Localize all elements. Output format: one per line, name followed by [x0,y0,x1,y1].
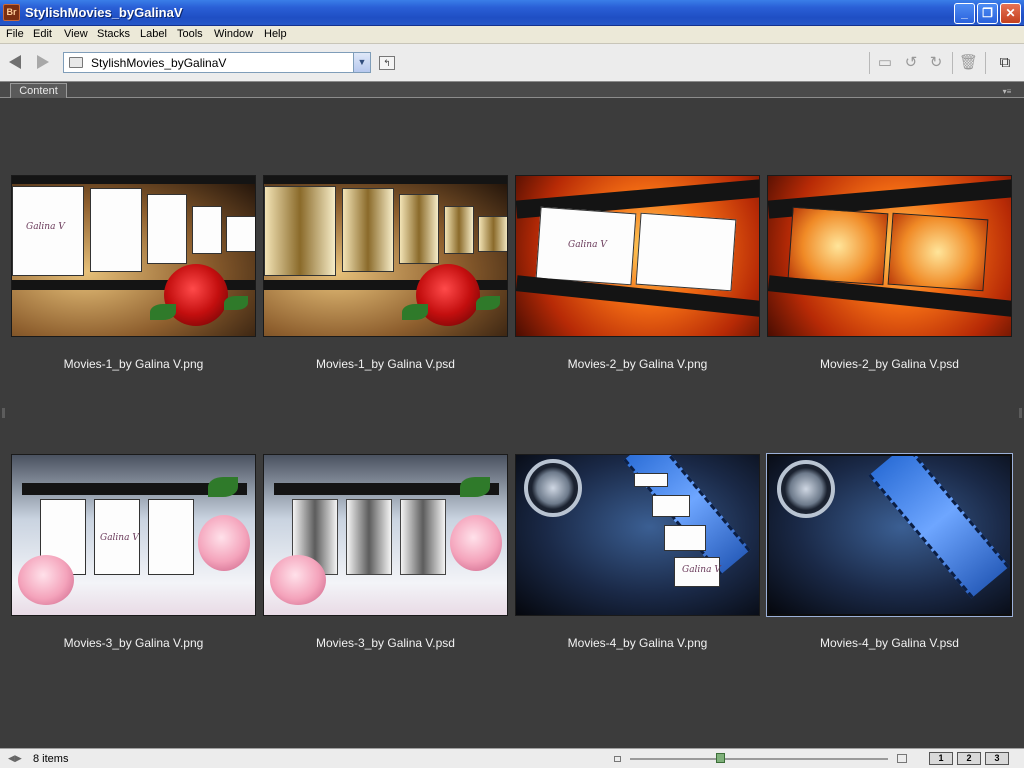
toolbar: StylishMovies_byGalinaV ▼ ↰ ▭ ↺ ↻ 🗑 ⧉ [0,44,1024,82]
toolbar-divider [869,52,870,74]
menu-window[interactable]: Window [214,28,253,40]
new-folder-icon[interactable]: ▭ [876,54,894,72]
thumbnail-movies-4-png[interactable]: Galina V [515,454,760,616]
menu-stacks[interactable]: Stacks [97,28,130,40]
zoom-slider-thumb[interactable] [716,753,726,763]
trash-icon[interactable]: 🗑 [959,54,978,72]
folder-icon [69,57,83,68]
toolbar-divider [952,52,953,74]
menu-help[interactable]: Help [264,28,287,40]
zoom-in-icon[interactable] [897,754,907,763]
content-panel: Galina V Movies-1_by Galina V.png Movies… [0,98,1024,748]
thumbnail-movies-3-png[interactable]: Galina V [11,454,256,616]
menu-edit[interactable]: Edit [33,28,52,40]
signature-text: Galina V [100,533,139,543]
toolbar-divider [985,52,986,74]
thumbnail-caption: Movies-1_by Galina V.png [63,357,204,371]
chevron-down-icon[interactable]: ▼ [353,53,370,72]
tab-content[interactable]: Content [10,83,67,98]
thumbnail-movies-1-png[interactable]: Galina V [11,175,256,337]
signature-text: Galina V [26,222,65,232]
rotate-left-icon[interactable]: ↺ [902,54,920,72]
thumbnail-movies-1-psd[interactable] [263,175,508,337]
path-dropdown[interactable]: StylishMovies_byGalinaV ▼ [63,52,371,73]
close-button[interactable]: ✕ [1000,3,1021,24]
thumbnail-movies-3-psd[interactable] [263,454,508,616]
path-text: StylishMovies_byGalinaV [91,56,227,70]
thumbnail-caption: Movies-2_by Galina V.psd [820,357,959,371]
zoom-out-icon[interactable] [614,756,621,762]
menu-view[interactable]: View [64,28,88,40]
signature-text: Galina V [682,565,721,575]
thumbnail-movies-4-psd[interactable] [766,453,1013,617]
window-title: StylishMovies_byGalinaV [25,5,183,20]
back-arrow-icon[interactable] [9,55,21,69]
forward-arrow-icon[interactable] [37,55,49,69]
item-count: 8 items [33,753,69,765]
rotate-right-icon[interactable]: ↻ [927,54,945,72]
title-bar: Br StylishMovies_byGalinaV _ ❐ ✕ [0,0,1024,26]
right-panel-grip[interactable] [1019,408,1022,418]
panel-header [0,82,1024,98]
status-bar: ◀▶ 8 items 1 2 3 [0,748,1024,768]
signature-text: Galina V [568,240,607,250]
thumbnail-movies-2-psd[interactable] [767,175,1012,337]
go-up-folder-icon[interactable]: ↰ [379,56,395,70]
bridge-app-icon: Br [3,4,20,21]
view-mode-2-button[interactable]: 2 [957,752,981,765]
thumbnail-caption: Movies-4_by Galina V.png [567,636,708,650]
thumbnail-caption: Movies-3_by Galina V.psd [316,636,455,650]
zoom-slider[interactable] [630,758,888,760]
panel-menu-icon[interactable]: ▾≡ [998,86,1016,97]
minimize-button[interactable]: _ [954,3,975,24]
left-panel-grip[interactable] [2,408,5,418]
panel-toggle-icon[interactable]: ◀▶ [8,753,22,764]
menu-label[interactable]: Label [140,28,167,40]
thumbnail-caption: Movies-3_by Galina V.png [63,636,204,650]
view-mode-1-button[interactable]: 1 [929,752,953,765]
compact-mode-icon[interactable]: ⧉ [996,54,1014,72]
restore-button[interactable]: ❐ [977,3,998,24]
menu-tools[interactable]: Tools [177,28,203,40]
thumbnail-caption: Movies-4_by Galina V.psd [820,636,959,650]
menu-bar: File Edit View Stacks Label Tools Window… [0,26,1024,44]
view-mode-3-button[interactable]: 3 [985,752,1009,765]
menu-file[interactable]: File [6,28,24,40]
thumbnail-caption: Movies-1_by Galina V.psd [316,357,455,371]
thumbnail-movies-2-png[interactable]: Galina V [515,175,760,337]
thumbnail-caption: Movies-2_by Galina V.png [567,357,708,371]
